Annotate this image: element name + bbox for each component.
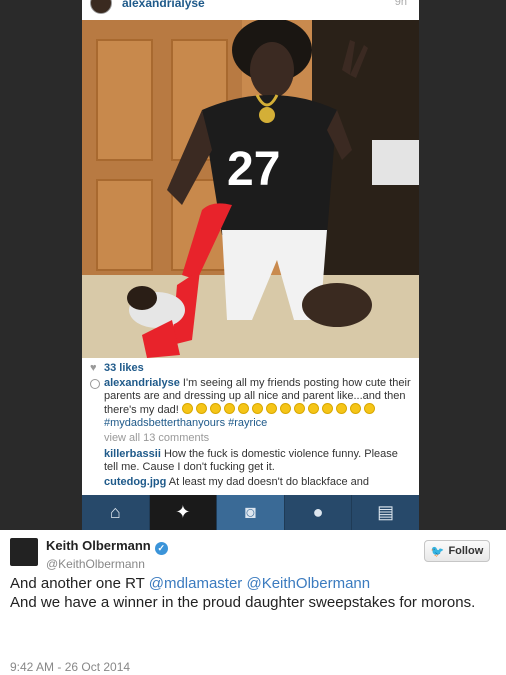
laughing-emoji-icon <box>363 403 375 414</box>
crying-emoji-icon <box>251 403 263 414</box>
home-icon[interactable]: ⌂ <box>82 495 150 530</box>
laughing-emoji-icon <box>335 403 347 414</box>
follow-button[interactable]: 🐦 Follow <box>424 540 490 562</box>
post-header: alexandrialyse 9h <box>82 0 419 20</box>
comment: cutedog.jpg At least my dad doesn't do b… <box>104 476 411 489</box>
crying-emoji-icon <box>279 403 291 414</box>
laughing-emoji-icon <box>209 403 221 414</box>
mention-link[interactable]: @mdlamaster <box>149 575 243 592</box>
mention-link[interactable]: @KeithOlbermann <box>246 575 370 592</box>
laughing-emoji-icon <box>321 403 333 414</box>
laughing-emoji-icon <box>195 403 207 414</box>
tweet-text-prefix: And another one RT <box>10 575 149 592</box>
view-all-comments-link[interactable]: view all 13 comments <box>104 432 411 445</box>
tweet-author-handle[interactable]: @KeithOlbermann <box>46 557 145 571</box>
comment-username[interactable]: cutedog.jpg <box>104 476 166 488</box>
comment: killerbassii How the fuck is domestic vi… <box>104 448 411 474</box>
laughing-emoji-icon <box>181 403 193 414</box>
instagram-post: alexandrialyse 9h 27 ♥ 33 likes alexandr… <box>82 0 419 530</box>
emoji-row <box>181 403 378 416</box>
instagram-tab-bar: ⌂ ✦ ◙ ● ▤ <box>82 495 419 530</box>
laughing-emoji-icon <box>349 403 361 414</box>
camera-icon[interactable]: ◙ <box>217 495 285 530</box>
crying-emoji-icon <box>293 403 305 414</box>
caption-hashtags[interactable]: #mydadsbetterthanyours #rayrice <box>104 417 267 429</box>
tweet-timestamp[interactable]: 9:42 AM - 26 Oct 2014 <box>10 660 130 674</box>
tweet-text-body: And we have a winner in the proud daught… <box>10 594 476 611</box>
likes-count[interactable]: 33 likes <box>104 362 144 375</box>
post-photo: 27 <box>82 20 419 358</box>
explore-icon[interactable]: ✦ <box>149 495 218 530</box>
post-time: 9h <box>394 0 407 8</box>
caption-username[interactable]: alexandrialyse <box>104 377 180 389</box>
twitter-bird-icon: 🐦 <box>430 545 445 558</box>
post-meta: ♥ 33 likes alexandrialyse I'm seeing all… <box>82 358 419 489</box>
comment-text: At least my dad doesn't do blackface and <box>168 476 370 488</box>
photo-scene: 27 <box>82 20 419 358</box>
laughing-emoji-icon <box>223 403 235 414</box>
activity-icon[interactable]: ● <box>285 495 353 530</box>
tweet-text: And another one RT @mdlamaster @KeithOlb… <box>10 574 490 612</box>
avatar[interactable] <box>90 0 112 14</box>
profile-icon[interactable]: ▤ <box>352 495 419 530</box>
heart-icon: ♥ <box>90 362 97 374</box>
comment-bubble-icon <box>90 379 100 389</box>
comment-username[interactable]: killerbassii <box>104 448 161 460</box>
jersey-number: 27 <box>227 143 280 196</box>
crying-emoji-icon <box>265 403 277 414</box>
post-username[interactable]: alexandrialyse <box>122 0 205 10</box>
likes-row: ♥ 33 likes <box>90 362 411 375</box>
screenshot-frame: alexandrialyse 9h 27 ♥ 33 likes alexandr… <box>0 0 506 530</box>
tweet-author-name[interactable]: Keith Olbermann ✓ <box>46 538 168 555</box>
author-name-text: Keith Olbermann <box>46 538 151 553</box>
laughing-emoji-icon <box>307 403 319 414</box>
laughing-emoji-icon <box>237 403 249 414</box>
tweet-card: Keith Olbermann ✓ @KeithOlbermann 🐦 Follow… <box>0 530 506 675</box>
avatar[interactable] <box>10 538 38 566</box>
verified-badge-icon: ✓ <box>154 542 168 555</box>
follow-label: Follow <box>448 545 484 557</box>
caption: alexandrialyse I'm seeing all my friends… <box>104 377 411 430</box>
caption-row: alexandrialyse I'm seeing all my friends… <box>90 377 411 430</box>
